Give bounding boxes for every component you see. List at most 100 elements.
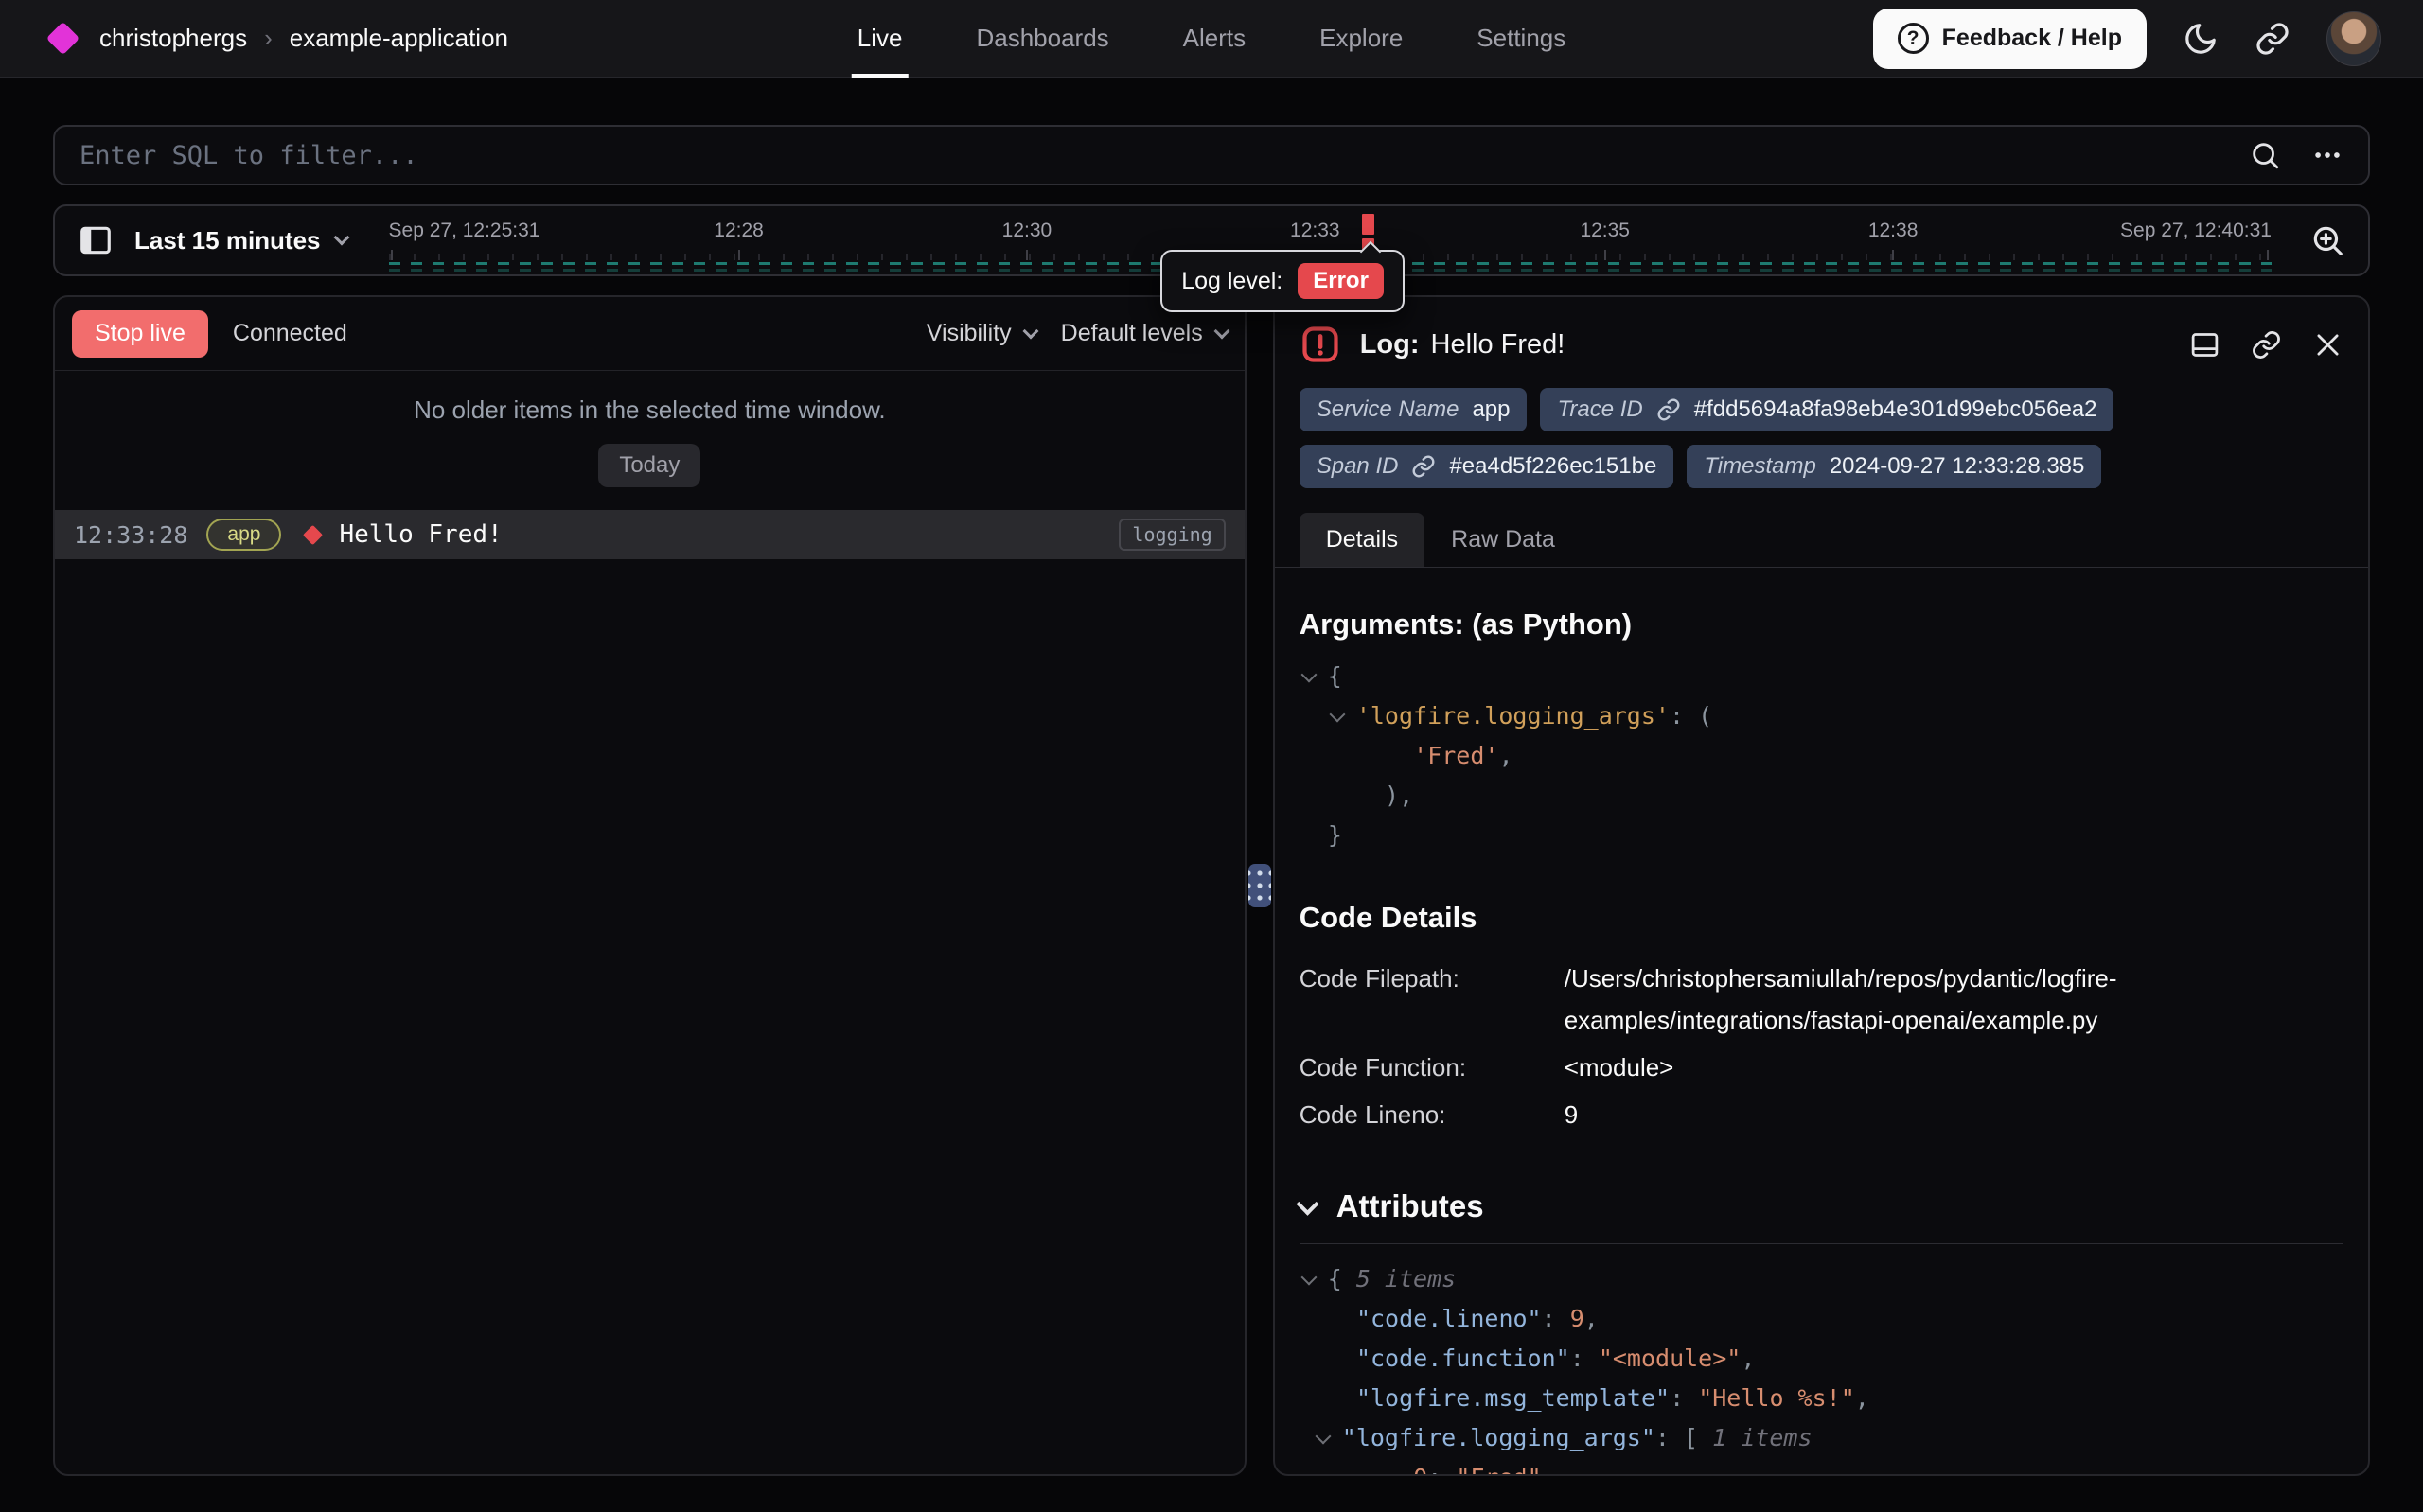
- sql-filter-input[interactable]: [80, 141, 2249, 170]
- breadcrumb-project[interactable]: example-application: [290, 24, 508, 53]
- collapse-chevron-icon[interactable]: [1314, 1424, 1342, 1451]
- attributes-header: Attributes: [1300, 1188, 2343, 1244]
- code-line: "code.function": "<module>",: [1300, 1339, 2343, 1379]
- code-token: {: [1328, 1265, 1356, 1292]
- nav-tab-settings[interactable]: Settings: [1477, 0, 1565, 77]
- tick-label: 12:28: [714, 220, 764, 242]
- collapse-chevron-icon[interactable]: [1300, 1265, 1328, 1292]
- log-timestamp: 12:33:28: [74, 521, 187, 549]
- close-icon: [2312, 329, 2343, 360]
- code-token: [1300, 782, 1385, 809]
- navbar-left: christophergs › example-application: [51, 24, 508, 53]
- tab-details[interactable]: Details: [1300, 513, 1424, 567]
- badge-value: app: [1472, 396, 1510, 423]
- tab-raw-data[interactable]: Raw Data: [1424, 513, 1582, 567]
- trace-id-badge[interactable]: Trace ID #fdd5694a8fa98eb4e301d99ebc056e…: [1540, 388, 2113, 431]
- default-levels-dropdown[interactable]: Default levels: [1061, 320, 1228, 347]
- stop-live-button[interactable]: Stop live: [72, 310, 208, 358]
- code-line: {: [1300, 657, 2343, 696]
- code-token: "Hello %s!": [1698, 1384, 1855, 1412]
- marker-bar: [1362, 214, 1374, 235]
- collapse-chevron-icon[interactable]: [1328, 702, 1356, 730]
- share-link-button[interactable]: [2255, 21, 2290, 57]
- breadcrumb-org[interactable]: christophergs: [99, 24, 247, 53]
- top-navbar: christophergs › example-application Live…: [0, 0, 2423, 78]
- log-detail-panel: Log: Hello Fred!: [1273, 295, 2370, 1476]
- empty-window-message: No older items in the selected time wind…: [55, 396, 1245, 425]
- code-token: :: [1670, 1384, 1698, 1412]
- error-diamond-icon: [303, 524, 323, 544]
- code-line: 'logfire.logging_args': (: [1300, 696, 2343, 736]
- detail-title: Log: Hello Fred!: [1360, 329, 1565, 360]
- code-token: : (: [1670, 702, 1712, 730]
- detail-actions: [2189, 329, 2343, 360]
- error-level-icon: [1300, 324, 1341, 365]
- code-token: ,: [1498, 742, 1512, 769]
- arguments-heading: Arguments: (as Python): [1300, 607, 2343, 642]
- tick-mark: [738, 250, 740, 260]
- close-detail-button[interactable]: [2312, 329, 2343, 360]
- sidebar-toggle-button[interactable]: [78, 222, 114, 258]
- user-avatar[interactable]: [2326, 11, 2381, 66]
- span-id-badge[interactable]: Span ID #ea4d5f226ec151be: [1300, 445, 1674, 488]
- code-token: {: [1328, 662, 1342, 690]
- dock-panel-button[interactable]: [2189, 329, 2220, 360]
- collapse-chevron-icon[interactable]: [1300, 662, 1328, 690]
- code-token: [1300, 1424, 1314, 1451]
- code-line: { 5 items: [1300, 1259, 2343, 1299]
- badge-value: 2024-09-27 12:33:28.385: [1830, 453, 2085, 480]
- code-token: "<module>": [1599, 1345, 1742, 1372]
- kv-label: Code Lineno:: [1300, 1094, 1565, 1135]
- detail-badges: Service Name app Trace ID #fdd5694a8fa98…: [1275, 384, 2368, 488]
- nav-tab-dashboards[interactable]: Dashboards: [976, 0, 1108, 77]
- time-range-select[interactable]: Last 15 minutes: [134, 226, 347, 255]
- code-token: "logfire.logging_args": [1342, 1424, 1655, 1451]
- tick-mark: [391, 250, 393, 260]
- code-token: "code.function": [1356, 1345, 1570, 1372]
- service-name-badge: Service Name app: [1300, 388, 1528, 431]
- live-panel-body: No older items in the selected time wind…: [55, 371, 1245, 559]
- code-token: :: [1427, 1464, 1456, 1474]
- dock-panel-icon: [2189, 329, 2220, 360]
- today-wrap: Today: [55, 444, 1245, 487]
- code-line: ),: [1300, 776, 2343, 816]
- live-panel-header: Stop live Connected Visibility Default l…: [55, 297, 1245, 371]
- logfire-logo[interactable]: [46, 22, 80, 55]
- nav-tab-live[interactable]: Live: [858, 0, 903, 77]
- search-button[interactable]: [2249, 139, 2281, 171]
- arguments-code-block[interactable]: { 'logfire.logging_args': ( 'Fred', ), }: [1300, 657, 2343, 855]
- nav-tab-explore[interactable]: Explore: [1319, 0, 1403, 77]
- code-token: [1300, 742, 1413, 769]
- zoom-in-button[interactable]: [2309, 222, 2345, 258]
- attributes-json-tree[interactable]: { 5 items "code.lineno": 9, "code.functi…: [1300, 1259, 2343, 1474]
- theme-toggle-button[interactable]: [2183, 21, 2219, 57]
- visibility-dropdown[interactable]: Visibility: [927, 320, 1036, 347]
- timeline-ticks[interactable]: Sep 27, 12:25:31 12:28 12:30 12:33 12:35…: [389, 206, 2272, 274]
- link-icon: [1656, 397, 1681, 422]
- search-icon: [2249, 139, 2281, 171]
- today-button[interactable]: Today: [598, 444, 700, 487]
- log-row[interactable]: 12:33:28 app Hello Fred! logging: [55, 510, 1245, 559]
- nav-tab-alerts[interactable]: Alerts: [1183, 0, 1246, 77]
- code-token: [1300, 1305, 1356, 1332]
- tick-label: 12:35: [1580, 220, 1630, 242]
- main-nav: Live Dashboards Alerts Explore Settings: [858, 0, 1565, 77]
- copy-link-button[interactable]: [2251, 329, 2282, 360]
- code-token: "logfire.msg_template": [1356, 1384, 1670, 1412]
- log-scope-tag: logging: [1119, 519, 1225, 551]
- more-options-button[interactable]: [2311, 139, 2343, 171]
- code-token: "code.lineno": [1356, 1305, 1542, 1332]
- code-token: 5 items: [1356, 1265, 1456, 1292]
- panel-resize-handle[interactable]: [1248, 864, 1271, 907]
- collapse-chevron-icon[interactable]: [1296, 1192, 1318, 1215]
- breadcrumb: christophergs › example-application: [99, 24, 508, 53]
- link-icon: [1411, 454, 1436, 479]
- feedback-help-button[interactable]: ? Feedback / Help: [1873, 9, 2147, 69]
- badge-label: Timestamp: [1704, 453, 1815, 480]
- tick-label: 12:30: [1002, 220, 1052, 242]
- code-line: 'Fred',: [1300, 736, 2343, 776]
- badge-label: Span ID: [1317, 453, 1399, 480]
- code-token: ,: [1741, 1345, 1755, 1372]
- breadcrumb-separator: ›: [264, 24, 273, 53]
- zoom-in-icon: [2309, 222, 2345, 258]
